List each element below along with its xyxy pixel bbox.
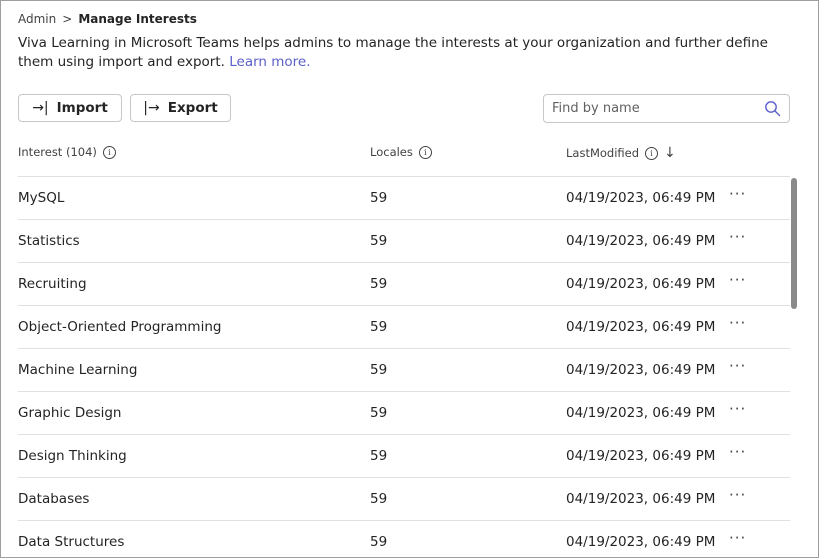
interest-name: Recruiting [18,276,87,292]
last-modified: 04/19/2023, 06:49 PM [566,405,716,421]
interest-name: Machine Learning [18,362,138,378]
last-modified: 04/19/2023, 06:49 PM [566,233,716,249]
table-row[interactable]: Databases 59 04/19/2023, 06:49 PM ··· [18,478,790,521]
interest-name: Data Structures [18,534,125,550]
import-button[interactable]: →| Import [18,94,122,122]
export-button[interactable]: |→ Export [130,94,231,122]
more-options-icon[interactable]: ··· [729,228,746,246]
column-interest-label: Interest (104) [18,145,97,159]
table-row[interactable]: Statistics 59 04/19/2023, 06:49 PM ··· [18,220,790,263]
last-modified: 04/19/2023, 06:49 PM [566,448,716,464]
last-modified: 04/19/2023, 06:49 PM [566,491,716,507]
search-icon[interactable] [764,100,781,121]
table-header: Interest (104) i Locales i LastModified … [18,141,790,177]
learn-more-link[interactable]: Learn more. [229,54,310,70]
page-title: Manage Interests [78,12,197,26]
locales-count: 59 [370,190,388,206]
table-row[interactable]: Recruiting 59 04/19/2023, 06:49 PM ··· [18,263,790,306]
last-modified: 04/19/2023, 06:49 PM [566,319,716,335]
interest-name: MySQL [18,190,65,206]
import-label: Import [56,100,108,116]
interest-name: Statistics [18,233,80,249]
more-options-icon[interactable]: ··· [729,400,746,418]
interest-name: Graphic Design [18,405,122,421]
export-icon: |→ [143,100,160,116]
breadcrumb-admin[interactable]: Admin [18,12,56,26]
info-icon[interactable]: i [418,145,432,159]
table-body: MySQL 59 04/19/2023, 06:49 PM ··· Statis… [18,177,790,557]
more-options-icon[interactable]: ··· [729,357,746,375]
more-options-icon[interactable]: ··· [729,529,746,547]
locales-count: 59 [370,491,388,507]
more-options-icon[interactable]: ··· [729,486,746,504]
column-last-modified-label: LastModified [566,146,640,160]
locales-count: 59 [370,319,388,335]
table-row[interactable]: Design Thinking 59 04/19/2023, 06:49 PM … [18,435,790,478]
interest-name: Databases [18,491,90,507]
more-options-icon[interactable]: ··· [729,185,746,203]
chevron-right-icon: > [62,12,73,26]
last-modified: 04/19/2023, 06:49 PM [566,362,716,378]
locales-count: 59 [370,233,388,249]
last-modified: 04/19/2023, 06:49 PM [566,534,716,550]
vertical-scrollbar[interactable] [791,178,797,309]
last-modified: 04/19/2023, 06:49 PM [566,190,716,206]
column-locales-label: Locales [370,145,413,159]
locales-count: 59 [370,362,388,378]
locales-count: 59 [370,534,388,550]
table-row[interactable]: MySQL 59 04/19/2023, 06:49 PM ··· [18,177,790,220]
export-label: Export [167,100,218,116]
last-modified: 04/19/2023, 06:49 PM [566,276,716,292]
table-row[interactable]: Graphic Design 59 04/19/2023, 06:49 PM ·… [18,392,790,435]
column-interest[interactable]: Interest (104) i [18,145,116,159]
info-icon[interactable]: i [102,145,116,159]
interest-name: Design Thinking [18,448,127,464]
search-input[interactable] [544,101,752,116]
more-options-icon[interactable]: ··· [729,314,746,332]
sort-descending-icon[interactable]: ↓ [664,145,676,161]
table-row[interactable]: Machine Learning 59 04/19/2023, 06:49 PM… [18,349,790,392]
interest-name: Object-Oriented Programming [18,319,222,335]
description-text: Viva Learning in Microsoft Teams helps a… [18,35,768,70]
more-options-icon[interactable]: ··· [729,443,746,461]
search-box [543,94,790,123]
locales-count: 59 [370,448,388,464]
table-row[interactable]: Data Structures 59 04/19/2023, 06:49 PM … [18,521,790,557]
info-icon[interactable]: i [645,146,659,160]
page-description: Viva Learning in Microsoft Teams helps a… [18,34,778,72]
locales-count: 59 [370,405,388,421]
column-locales[interactable]: Locales i [370,145,432,159]
more-options-icon[interactable]: ··· [729,271,746,289]
locales-count: 59 [370,276,388,292]
table-row[interactable]: Object-Oriented Programming 59 04/19/202… [18,306,790,349]
column-last-modified[interactable]: LastModified i ↓ [566,145,676,161]
manage-interests-panel: Admin > Manage Interests Viva Learning i… [0,0,819,558]
breadcrumb: Admin > Manage Interests [18,12,197,26]
import-icon: →| [32,100,49,116]
